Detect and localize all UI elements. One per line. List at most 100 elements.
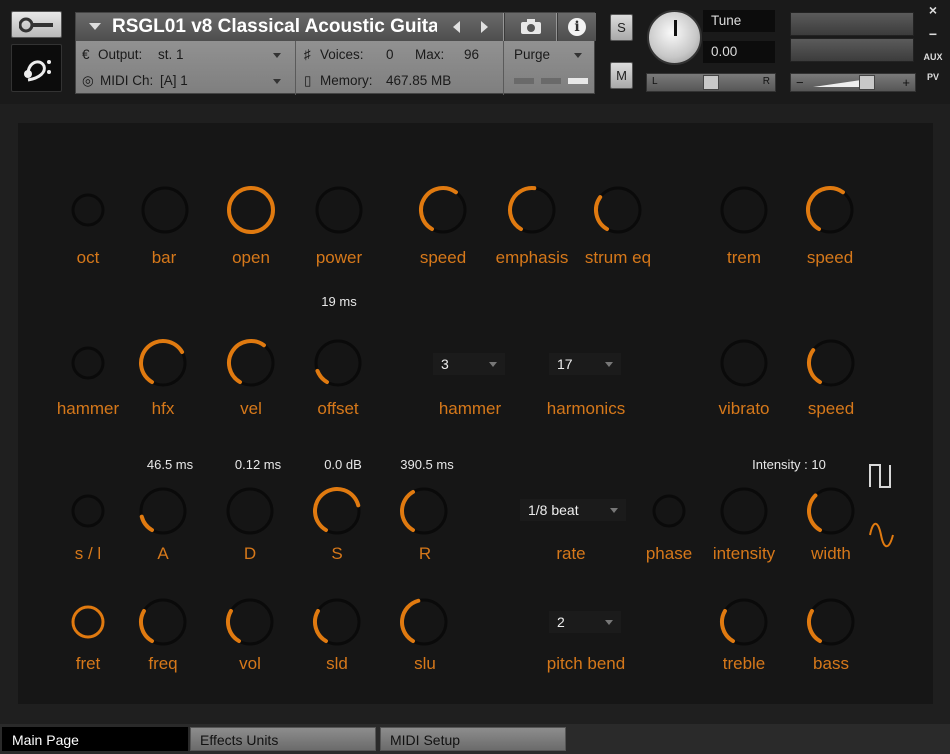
output-value[interactable]: st. 1 [158, 42, 184, 68]
attack-knob-graphic [139, 487, 187, 535]
close-button[interactable]: × [921, 2, 945, 18]
output-dropdown-icon[interactable] [273, 53, 281, 58]
treble-knob-graphic [720, 598, 768, 646]
intensity-knob-graphic [720, 487, 768, 535]
info-icon[interactable]: i [557, 13, 596, 41]
next-arrow-icon[interactable] [481, 21, 488, 33]
dropdown-arrow-icon [489, 362, 497, 367]
tune-value[interactable]: 0.00 [703, 41, 775, 63]
hammer-knob-graphic [71, 346, 105, 380]
emphasis-knob[interactable] [504, 182, 560, 238]
purge-indicator-2 [541, 78, 561, 84]
decay-knob[interactable] [222, 483, 278, 539]
pan-slider[interactable]: L R [646, 73, 776, 92]
hammer-dropdown-label: hammer [438, 399, 502, 418]
instrument-title[interactable]: RSGL01 v8 Classical Acoustic Guitar [112, 16, 437, 38]
prev-arrow-icon[interactable] [453, 21, 460, 33]
bass-knob[interactable] [803, 594, 859, 650]
vibrato-speed-knob-graphic [807, 339, 855, 387]
output-label: Output: [98, 47, 143, 62]
main-page: oct bar open power speed emphasis strum … [0, 104, 950, 724]
oct-knob[interactable] [60, 182, 116, 238]
sl-knob-graphic [71, 494, 105, 528]
harmonics-label: harmonics [546, 399, 626, 418]
power-knob[interactable] [311, 182, 367, 238]
pan-handle[interactable] [703, 75, 719, 90]
freq-knob-graphic [139, 598, 187, 646]
strum-eq-knob[interactable] [590, 182, 646, 238]
bar-knob-graphic [141, 186, 189, 234]
pv-button[interactable]: PV [921, 72, 945, 82]
hfx-knob[interactable] [135, 335, 191, 391]
strum-speed-knob[interactable] [415, 182, 471, 238]
rate-dropdown-value: 1/8 beat [528, 502, 579, 518]
vibrato-speed-knob[interactable] [803, 335, 859, 391]
treble-knob[interactable] [716, 594, 772, 650]
open-knob-graphic [227, 186, 275, 234]
strum-eq-label: strum eq [584, 248, 652, 267]
phase-knob-graphic [652, 494, 686, 528]
width-knob[interactable] [803, 483, 859, 539]
voices-label: Voices: [320, 47, 364, 62]
midi-channel-value[interactable]: [A] 1 [160, 68, 188, 94]
trem-speed-label: speed [806, 248, 854, 267]
volume-slider[interactable]: − + [790, 73, 916, 92]
bass-clef-logo-icon [11, 44, 62, 92]
tab-midi-setup[interactable]: MIDI Setup [380, 727, 566, 751]
sustain-knob-graphic [313, 487, 361, 535]
vol-knob[interactable] [222, 594, 278, 650]
instrument-info-panel: RSGL01 v8 Classical Acoustic Guitar i € … [75, 12, 596, 95]
mute-button[interactable]: M [610, 62, 633, 89]
slu-knob[interactable] [396, 594, 452, 650]
fret-knob[interactable] [60, 594, 116, 650]
rate-dropdown[interactable]: 1/8 beat [520, 499, 626, 521]
bar-knob[interactable] [137, 182, 193, 238]
harmonics-dropdown[interactable]: 17 [549, 353, 621, 375]
purge-indicator-3 [568, 78, 588, 84]
sl-knob[interactable] [60, 483, 116, 539]
minimize-button[interactable]: − [921, 26, 945, 42]
output-icon: € [82, 47, 90, 62]
phase-knob[interactable] [641, 483, 697, 539]
vel-knob[interactable] [223, 335, 279, 391]
hammer-dropdown[interactable]: 3 [433, 353, 505, 375]
midi-dropdown-icon[interactable] [273, 79, 281, 84]
emphasis-knob-graphic [508, 186, 556, 234]
trem-knob-graphic [720, 186, 768, 234]
volume-handle[interactable] [859, 75, 875, 90]
aux-button[interactable]: AUX [921, 52, 945, 62]
vibrato-knob[interactable] [716, 335, 772, 391]
max-voices-value[interactable]: 96 [464, 42, 479, 68]
dropdown-arrow-icon[interactable] [89, 23, 101, 30]
trem-speed-knob[interactable] [802, 182, 858, 238]
vibrato-speed-label: speed [807, 399, 855, 418]
solo-button[interactable]: S [610, 14, 633, 41]
release-knob[interactable] [396, 483, 452, 539]
controls-panel: oct bar open power speed emphasis strum … [18, 123, 933, 704]
camera-icon[interactable] [504, 13, 556, 41]
pitch-bend-dropdown[interactable]: 2 [549, 611, 621, 633]
info-divider [295, 41, 296, 95]
freq-knob[interactable] [135, 594, 191, 650]
tab-main-page[interactable]: Main Page [2, 727, 188, 751]
attack-knob[interactable] [135, 483, 191, 539]
intensity-knob[interactable] [716, 483, 772, 539]
tune-knob[interactable] [647, 10, 702, 65]
trem-knob[interactable] [716, 182, 772, 238]
voices-value: 0 [386, 47, 394, 62]
square-wave-icon[interactable] [868, 461, 896, 491]
purge-button[interactable]: Purge [514, 42, 550, 68]
sine-wave-icon[interactable] [868, 520, 896, 550]
vel-knob-graphic [227, 339, 275, 387]
wrench-icon[interactable] [11, 11, 62, 38]
power-label: power [315, 248, 363, 267]
decay-knob-graphic [226, 487, 274, 535]
offset-knob[interactable] [310, 335, 366, 391]
hammer-knob[interactable] [60, 335, 116, 391]
tab-effects-units[interactable]: Effects Units [190, 727, 376, 751]
purge-dropdown-icon[interactable] [574, 53, 582, 58]
open-knob[interactable] [223, 182, 279, 238]
sustain-knob[interactable] [309, 483, 365, 539]
sld-knob[interactable] [309, 594, 365, 650]
volume-plus-label: + [902, 75, 910, 90]
